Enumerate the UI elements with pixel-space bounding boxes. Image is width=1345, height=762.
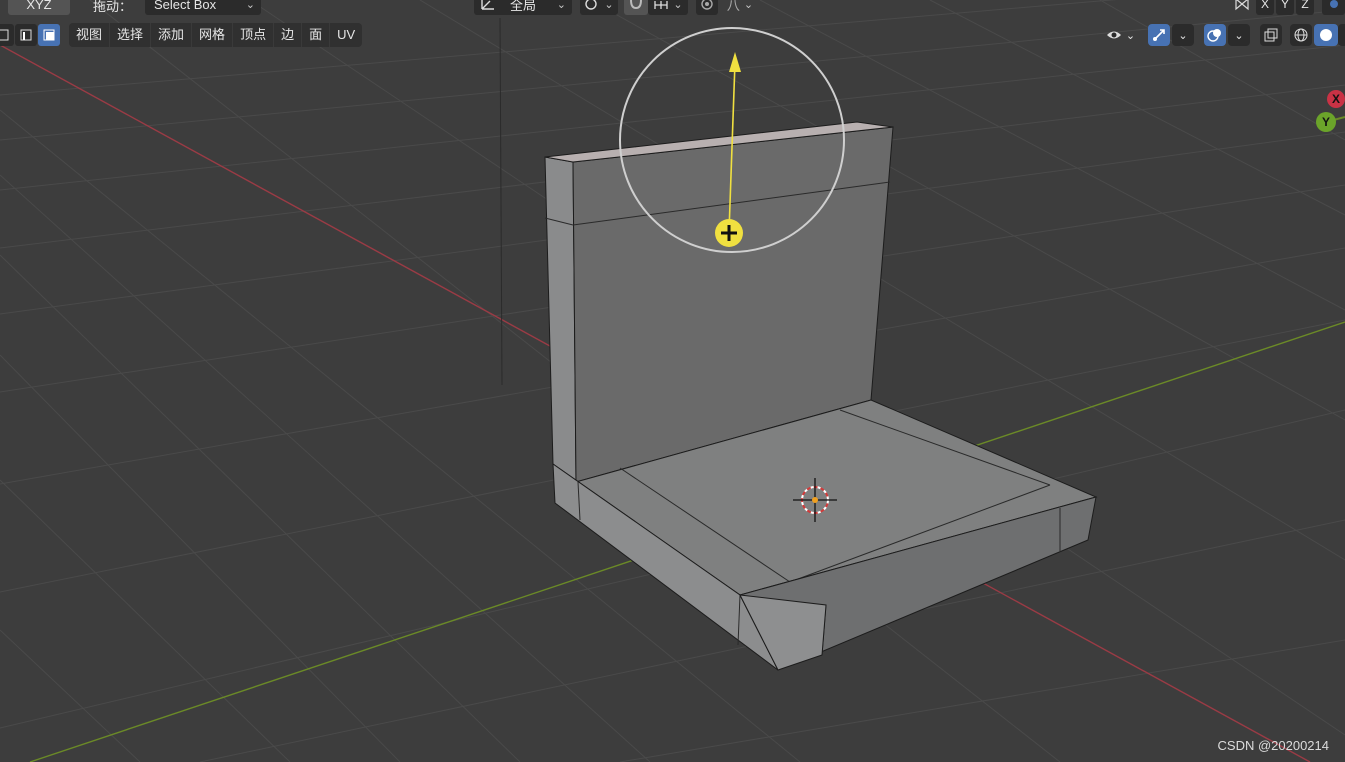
wrench-icon [1329, 0, 1338, 8]
viewport-menu-bar: 视图 选择 添加 网格 顶点 边 面 UV [69, 23, 363, 47]
transform-orientation-value: 全局 [510, 0, 537, 13]
face-select-mode[interactable] [38, 24, 60, 46]
menu-mesh[interactable]: 网格 [192, 23, 234, 47]
3d-viewport[interactable] [0, 0, 1345, 762]
vertex-select-mode[interactable] [0, 24, 14, 46]
nav-gizmo-y-label: Y [1321, 115, 1330, 129]
extra-settings-button[interactable] [1322, 0, 1345, 15]
proportional-icon [701, 0, 713, 10]
menu-view[interactable]: 视图 [69, 23, 111, 47]
gizmo-icon [1153, 29, 1165, 41]
proportional-falloff-dropdown[interactable]: 八 ⌄ [720, 0, 760, 15]
overlays-icon [1207, 29, 1221, 42]
edge-select-icon [20, 29, 32, 41]
snap-toggle[interactable] [624, 0, 648, 15]
butterfly-icon [1235, 0, 1249, 11]
extrude-arrow-icon[interactable] [729, 52, 741, 72]
mirror-z-label: Z [1301, 0, 1309, 11]
mirror-z-toggle[interactable]: Z [1296, 0, 1314, 15]
edge-select-mode[interactable] [15, 24, 37, 46]
menu-add[interactable]: 添加 [151, 23, 193, 47]
select-mode-value: Select Box [154, 0, 217, 12]
watermark: CSDN @20200214 [1217, 738, 1329, 753]
material-shading-button[interactable] [1338, 24, 1345, 46]
mirror-y-label: Y [1280, 0, 1289, 11]
menu-vertex[interactable]: 顶点 [233, 23, 275, 47]
pivot-point-dropdown[interactable]: ⌄ [580, 0, 618, 15]
chevron-down-icon: ⌄ [673, 0, 683, 11]
mirror-x-toggle[interactable]: X [1256, 0, 1274, 15]
mirror-options-button[interactable] [1232, 0, 1252, 15]
menu-face[interactable]: 面 [302, 23, 331, 47]
gizmo-toggle[interactable] [1148, 24, 1170, 46]
chevron-down-icon: ⌄ [245, 0, 255, 11]
mirror-y-toggle[interactable]: Y [1276, 0, 1294, 15]
mesh-object[interactable] [544, 121, 1098, 671]
overlays-toggle[interactable] [1204, 24, 1226, 46]
proportional-edit-toggle[interactable] [696, 0, 718, 15]
eye-icon [1106, 31, 1121, 39]
visibility-dropdown[interactable]: ⌄ [1100, 24, 1140, 46]
chevron-down-icon: ⌄ [743, 0, 754, 11]
nav-gizmo-x[interactable]: X [1327, 90, 1345, 108]
snap-target-dropdown[interactable]: ⌄ [648, 0, 688, 15]
wireframe-sphere-icon [1294, 28, 1308, 42]
xray-icon [1264, 28, 1278, 42]
z-axis-line [499, 17, 503, 386]
menu-select[interactable]: 选择 [110, 23, 152, 47]
proportional-falloff-label: 八 [726, 0, 740, 13]
nav-gizmo-y[interactable]: Y [1316, 112, 1336, 132]
face-select-icon [43, 29, 55, 41]
gizmo-dropdown[interactable]: ⌄ [1172, 24, 1194, 46]
snap-increment-icon [654, 1, 669, 9]
overlays-dropdown[interactable]: ⌄ [1228, 24, 1250, 46]
axis-toggle-xyz[interactable]: XYZ [8, 0, 70, 15]
orientation-icon [481, 0, 494, 10]
mirror-x-label: X [1260, 0, 1269, 11]
transform-orientation-dropdown[interactable]: 全局 ⌄ [474, 0, 572, 15]
menu-uv[interactable]: UV [330, 23, 362, 47]
menu-edge[interactable]: 边 [274, 23, 303, 47]
vertex-select-icon [0, 29, 9, 41]
wireframe-shading-button[interactable] [1290, 24, 1312, 46]
solid-shading-button[interactable] [1314, 24, 1338, 46]
magnet-icon [630, 0, 642, 10]
axis-toggle-label: XYZ [26, 0, 52, 12]
select-mode-dropdown[interactable]: Select Box ⌄ [145, 0, 261, 15]
nav-gizmo-x-label: X [1331, 92, 1340, 106]
chevron-down-icon: ⌄ [604, 0, 614, 11]
chevron-down-icon: ⌄ [1234, 29, 1244, 42]
pivot-icon [585, 0, 598, 10]
wall-left-side [544, 156, 577, 484]
chevron-down-icon: ⌄ [1178, 29, 1188, 42]
chevron-down-icon: ⌄ [556, 0, 566, 11]
xray-toggle[interactable] [1260, 24, 1282, 46]
chevron-down-icon: ⌄ [1125, 29, 1136, 42]
solid-sphere-icon [1320, 29, 1332, 41]
drag-label: 拖动： [93, 0, 133, 14]
